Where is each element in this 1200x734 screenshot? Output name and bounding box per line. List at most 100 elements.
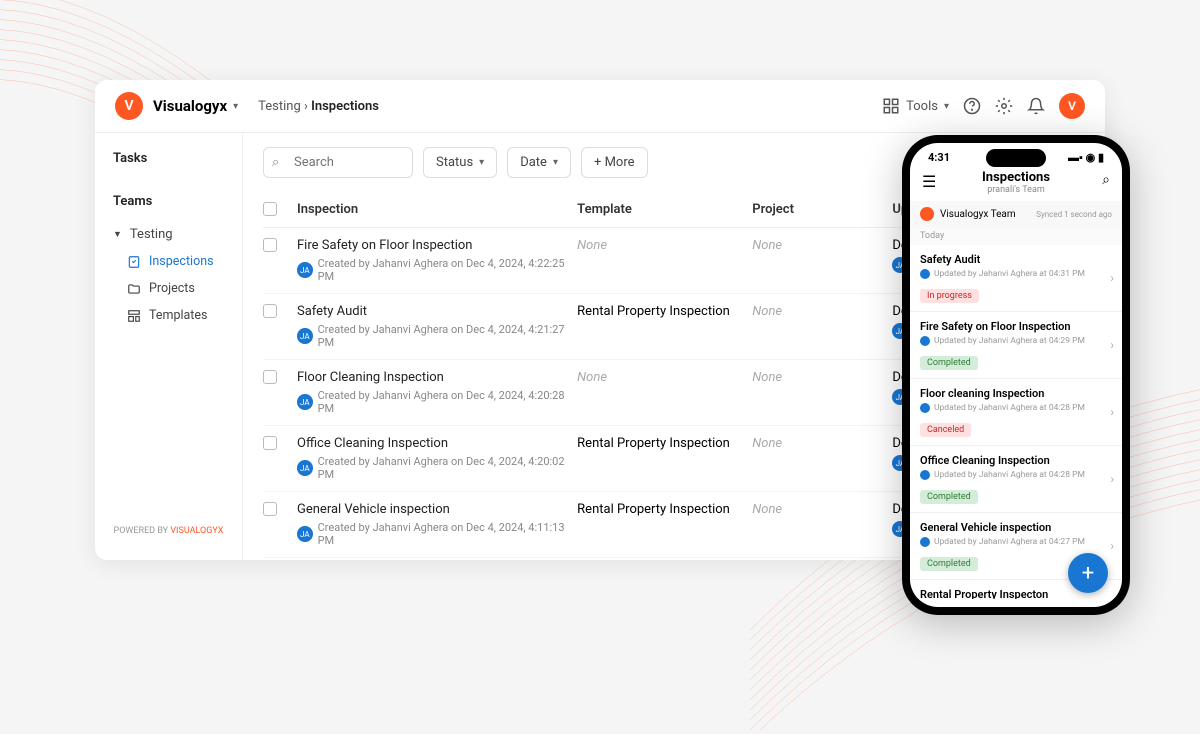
phone-item-meta: Updated by Jahanvi Aghera at 04:31 PM [920, 269, 1112, 279]
powered-by: POWERED BY VISUALOGYX [95, 516, 242, 546]
project-cell: None [752, 502, 892, 517]
header-project[interactable]: Project [752, 202, 892, 217]
phone-list-item[interactable]: Floor cleaning Inspection Updated by Jah… [910, 379, 1122, 446]
phone-item-title: Office Cleaning Inspection [920, 454, 1112, 467]
inspection-title: General Vehicle inspection [297, 502, 577, 517]
more-filter[interactable]: + More [581, 147, 648, 178]
inspection-meta: JACreated by Jahanvi Aghera on Dec 4, 20… [297, 455, 577, 481]
phone-item-title: Safety Audit [920, 253, 1112, 266]
project-cell: None [752, 238, 892, 253]
sidebar-team-testing[interactable]: ▼ Testing [95, 221, 242, 248]
phone-item-meta: Updated by Jahanvi Aghera at 04:28 PM [920, 470, 1112, 480]
phone-list[interactable]: Safety Audit Updated by Jahanvi Aghera a… [910, 245, 1122, 599]
status-badge: Completed [920, 356, 978, 370]
team-badge [920, 207, 934, 221]
user-dot-icon [920, 403, 930, 413]
search-icon: ⌕ [272, 155, 279, 170]
sidebar-tasks-label[interactable]: Tasks [95, 147, 242, 170]
user-dot-icon [920, 269, 930, 279]
chevron-right-icon: › [1110, 271, 1114, 285]
sidebar-item-projects[interactable]: Projects [95, 275, 242, 302]
fab-add-button[interactable]: + [1068, 553, 1108, 593]
chevron-right-icon: › [1110, 539, 1114, 553]
settings-icon[interactable] [995, 97, 1013, 115]
inspection-meta: JACreated by Jahanvi Aghera on Dec 4, 20… [297, 389, 577, 415]
search-box: ⌕ [263, 147, 413, 178]
phone-item-title: Fire Safety on Floor Inspection [920, 320, 1112, 333]
phone-item-meta: Updated by Jahanvi Aghera at 04:28 PM [920, 403, 1112, 413]
user-dot-icon [920, 537, 930, 547]
inspection-meta: JACreated by Jahanvi Aghera on Dec 4, 20… [297, 257, 577, 283]
checklist-icon [127, 255, 141, 269]
phone-search-icon[interactable]: ⌕ [1102, 172, 1110, 188]
chevron-right-icon: › [1110, 405, 1114, 419]
date-filter[interactable]: Date▾ [507, 147, 571, 178]
sidebar: Tasks Teams ▼ Testing Inspections Projec… [95, 133, 243, 560]
creator-avatar: JA [297, 394, 313, 410]
phone-list-item[interactable]: Office Cleaning Inspection Updated by Ja… [910, 446, 1122, 513]
help-icon[interactable] [963, 97, 981, 115]
phone-item-title: General Vehicle inspection [920, 521, 1112, 534]
sidebar-item-inspections[interactable]: Inspections [95, 248, 242, 275]
project-cell: None [752, 370, 892, 385]
phone-mockup: 4:31 ▬▪ ◉ ▮ ☰ Inspections pranali's Team… [902, 135, 1130, 615]
inspection-title: Office Cleaning Inspection [297, 436, 577, 451]
template-cell: Rental Property Inspection [577, 436, 752, 451]
phone-list-item[interactable]: Safety Audit Updated by Jahanvi Aghera a… [910, 245, 1122, 312]
template-icon [127, 309, 141, 323]
user-dot-icon [920, 336, 930, 346]
brand-badge: V [115, 92, 143, 120]
breadcrumb-parent[interactable]: Testing [258, 99, 301, 114]
status-badge: In progress [920, 289, 979, 303]
phone-notch [986, 149, 1046, 167]
breadcrumb-current: Inspections [311, 99, 379, 114]
project-cell: None [752, 304, 892, 319]
chevron-right-icon: › [1110, 338, 1114, 352]
phone-list-item[interactable]: Fire Safety on Floor Inspection Updated … [910, 312, 1122, 379]
user-dot-icon [920, 470, 930, 480]
phone-item-title: Floor cleaning Inspection [920, 387, 1112, 400]
status-filter[interactable]: Status▾ [423, 147, 497, 178]
sync-status: Synced 1 second ago [1036, 210, 1112, 219]
brand-chevron-icon[interactable]: ▾ [233, 101, 238, 112]
row-checkbox[interactable] [263, 238, 277, 252]
template-cell: None [577, 238, 752, 253]
creator-avatar: JA [297, 526, 313, 542]
hamburger-icon[interactable]: ☰ [922, 172, 936, 191]
folder-icon [127, 282, 141, 296]
battery-icon: ▮ [1098, 151, 1104, 164]
creator-avatar: JA [297, 460, 313, 476]
phone-item-meta: Updated by Jahanvi Aghera at 04:29 PM [920, 336, 1112, 346]
row-checkbox[interactable] [263, 370, 277, 384]
inspection-title: Safety Audit [297, 304, 577, 319]
bell-icon[interactable] [1027, 97, 1045, 115]
status-badge: Completed [920, 490, 978, 504]
inspection-title: Fire Safety on Floor Inspection [297, 238, 577, 253]
header-inspection[interactable]: Inspection [297, 202, 577, 217]
header-template[interactable]: Template [577, 202, 752, 217]
row-checkbox[interactable] [263, 502, 277, 516]
inspection-title: Floor Cleaning Inspection [297, 370, 577, 385]
triangle-down-icon: ▼ [113, 229, 122, 240]
topbar: V Visualogyx ▾ Testing › Inspections Too… [95, 80, 1105, 133]
chevron-right-icon: › [1110, 472, 1114, 486]
inspection-meta: JACreated by Jahanvi Aghera on Dec 4, 20… [297, 521, 577, 547]
apps-icon [882, 97, 900, 115]
breadcrumb: Testing › Inspections [258, 99, 379, 114]
inspection-meta: JACreated by Jahanvi Aghera on Dec 4, 20… [297, 323, 577, 349]
user-avatar[interactable]: V [1059, 93, 1085, 119]
select-all-checkbox[interactable] [263, 202, 277, 216]
chevron-down-icon: ▾ [944, 101, 949, 112]
row-checkbox[interactable] [263, 436, 277, 450]
phone-team-row[interactable]: Visualogyx Team Synced 1 second ago [910, 201, 1122, 227]
creator-avatar: JA [297, 262, 313, 278]
row-checkbox[interactable] [263, 304, 277, 318]
signal-icon: ▬▪ [1068, 151, 1083, 164]
sidebar-item-templates[interactable]: Templates [95, 302, 242, 329]
search-input[interactable] [263, 147, 413, 178]
wifi-icon: ◉ [1086, 151, 1096, 164]
phone-item-meta: Updated by Jahanvi Aghera at 04:27 PM [920, 537, 1112, 547]
status-badge: Canceled [920, 423, 971, 437]
creator-avatar: JA [297, 328, 313, 344]
tools-dropdown[interactable]: Tools ▾ [882, 97, 949, 115]
